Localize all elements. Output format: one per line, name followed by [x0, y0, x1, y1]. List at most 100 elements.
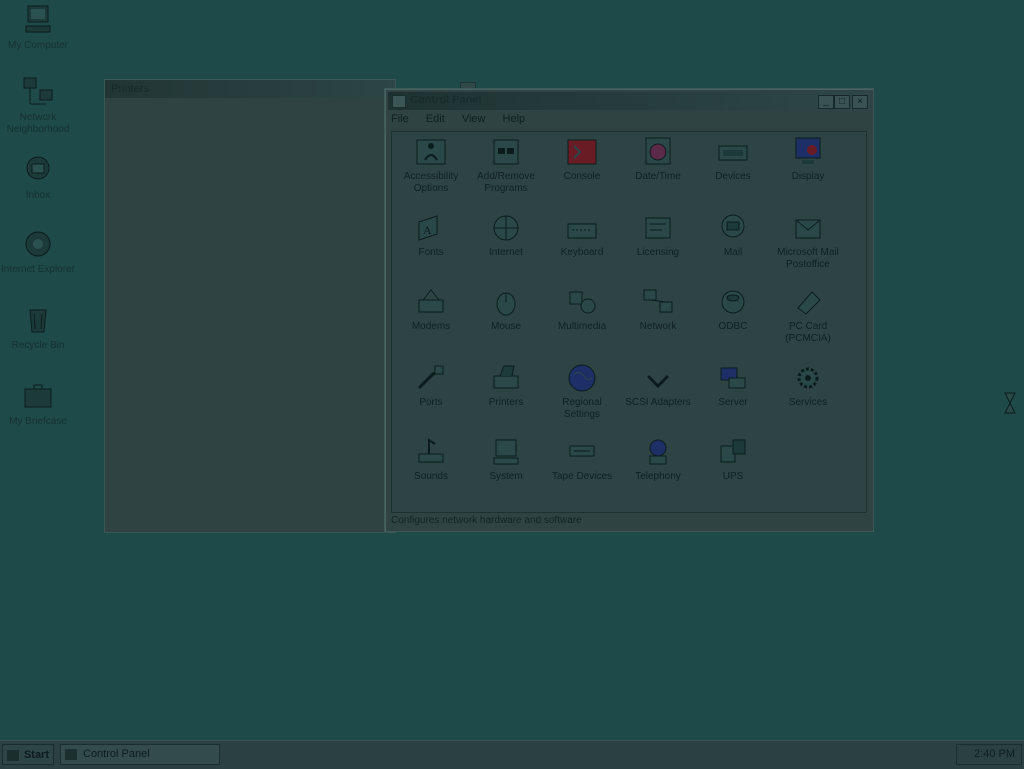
cp-item-modems[interactable]: Modems	[393, 286, 469, 333]
services-icon	[792, 362, 824, 394]
server-icon	[717, 362, 749, 394]
window-title: Control Panel	[410, 94, 482, 106]
cp-item-label: Mouse	[490, 321, 521, 332]
desktop-icon-recycle-bin[interactable]: Recycle Bin	[0, 304, 78, 352]
cp-item-label: Ports	[419, 397, 443, 408]
cp-item-label: Keyboard	[560, 247, 604, 258]
cp-item-tape-devices[interactable]: Tape Devices	[544, 436, 620, 483]
desktop-icon-label: Internet Explorer	[1, 264, 75, 275]
desktop-icon-label: Inbox	[25, 190, 51, 201]
close-button[interactable]: ×	[852, 95, 868, 109]
cp-item-services[interactable]: Services	[770, 362, 846, 409]
control-panel-window[interactable]: Control Panel _ □ × File Edit View Help …	[384, 88, 874, 532]
multimedia-icon	[566, 286, 598, 318]
cp-item-display[interactable]: Display	[770, 136, 846, 183]
cp-item-ups[interactable]: UPS	[695, 436, 771, 483]
cp-item-label: Regional Settings	[562, 397, 602, 420]
cp-item-multimedia[interactable]: Multimedia	[544, 286, 620, 333]
cp-item-label: Internet	[489, 247, 523, 258]
desktop-icon-my-computer[interactable]: My Computer	[0, 4, 78, 52]
scsi-adapters-icon	[642, 362, 674, 394]
inbox-icon	[22, 154, 54, 186]
menu-file[interactable]: File	[391, 113, 409, 125]
telephony-icon	[642, 436, 674, 468]
cp-item-fonts[interactable]: A Fonts	[393, 212, 469, 259]
cp-item-label: Network	[639, 321, 677, 332]
cp-item-label: Display	[791, 171, 825, 182]
pc-card-icon	[792, 286, 824, 318]
keyboard-icon	[566, 212, 598, 244]
cp-item-label: Mail	[723, 247, 743, 258]
display-icon	[792, 136, 824, 168]
cp-item-mouse[interactable]: Mouse	[468, 286, 544, 333]
cp-item-label: Add/Remove Programs	[477, 171, 535, 194]
cp-item-server[interactable]: Server	[695, 362, 771, 409]
cp-item-printers[interactable]: Printers	[468, 362, 544, 409]
cp-item-regional-settings[interactable]: Regional Settings	[544, 362, 620, 421]
cp-item-label: ODBC	[718, 321, 748, 332]
control-panel-titlebar[interactable]: Control Panel _ □ ×	[388, 92, 870, 110]
computer-icon	[22, 4, 54, 36]
cp-item-telephony[interactable]: Telephony	[620, 436, 696, 483]
printers-window-titlebar[interactable]: Printers	[105, 80, 476, 98]
cp-item-console[interactable]: Console	[544, 136, 620, 183]
desktop-icon-internet-explorer[interactable]: Internet Explorer	[0, 228, 78, 276]
network-neighborhood-icon	[22, 76, 54, 108]
cp-item-label: Console	[563, 171, 601, 182]
mail-icon	[717, 212, 749, 244]
minimize-button[interactable]: _	[818, 95, 834, 109]
cp-item-odbc[interactable]: ODBC	[695, 286, 771, 333]
cp-item-label: SCSI Adapters	[625, 397, 691, 408]
console-icon	[566, 136, 598, 168]
desktop-icon-label: Recycle Bin	[11, 340, 65, 351]
control-panel-icon-view: Accessibility Options Add/Remove Program…	[391, 131, 867, 513]
cp-item-add-remove-programs[interactable]: Add/Remove Programs	[468, 136, 544, 195]
cp-item-accessibility[interactable]: Accessibility Options	[393, 136, 469, 195]
start-button[interactable]: Start	[2, 744, 54, 765]
cp-item-keyboard[interactable]: Keyboard	[544, 212, 620, 259]
cp-item-mail-postoffice[interactable]: Microsoft Mail Postoffice	[770, 212, 846, 271]
hourglass-cursor-icon	[1004, 392, 1016, 414]
internet-explorer-icon	[22, 228, 54, 260]
regional-settings-icon	[566, 362, 598, 394]
cp-item-label: Telephony	[635, 471, 681, 482]
desktop-icon-my-briefcase[interactable]: My Briefcase	[0, 380, 78, 428]
fonts-icon: A	[415, 212, 447, 244]
desktop-icon-inbox[interactable]: Inbox	[0, 154, 78, 202]
cp-item-pc-card[interactable]: PC Card (PCMCIA)	[770, 286, 846, 345]
cp-item-label: Modems	[411, 321, 451, 332]
cp-item-ports[interactable]: Ports	[393, 362, 469, 409]
licensing-icon	[642, 212, 674, 244]
window-title: Printers	[111, 83, 149, 95]
taskbar: Start Control Panel 2:40 PM	[0, 740, 1024, 769]
internet-icon	[490, 212, 522, 244]
clock: 2:40 PM	[974, 748, 1015, 760]
briefcase-icon	[22, 380, 54, 412]
cp-item-label: System	[489, 471, 523, 482]
network-icon	[642, 286, 674, 318]
maximize-button[interactable]: □	[834, 95, 850, 109]
menu-view[interactable]: View	[462, 113, 486, 125]
cp-item-network[interactable]: Network	[620, 286, 696, 333]
printers-window[interactable]: Printers	[104, 79, 476, 533]
cp-item-devices[interactable]: Devices	[695, 136, 771, 183]
menu-help[interactable]: Help	[503, 113, 526, 125]
cp-item-label: Licensing	[636, 247, 680, 258]
cp-item-label: UPS	[722, 471, 744, 482]
system-icon	[490, 436, 522, 468]
cp-item-scsi-adapters[interactable]: SCSI Adapters	[620, 362, 696, 409]
menu-edit[interactable]: Edit	[426, 113, 445, 125]
cp-item-mail[interactable]: Mail	[695, 212, 771, 259]
cp-item-date-time[interactable]: Date/Time	[620, 136, 696, 183]
cp-item-sounds[interactable]: Sounds	[393, 436, 469, 483]
cp-item-licensing[interactable]: Licensing	[620, 212, 696, 259]
desktop-icon-network-neighborhood[interactable]: Network Neighborhood	[0, 76, 78, 136]
cp-item-internet[interactable]: Internet	[468, 212, 544, 259]
cp-item-label: Sounds	[414, 471, 448, 482]
printers-icon	[490, 362, 522, 394]
taskbar-button-control-panel[interactable]: Control Panel	[60, 744, 220, 765]
menu-bar: File Edit View Help	[391, 113, 539, 129]
start-label: Start	[23, 749, 49, 761]
cp-item-system[interactable]: System	[468, 436, 544, 483]
cp-item-label: PC Card (PCMCIA)	[785, 321, 831, 344]
